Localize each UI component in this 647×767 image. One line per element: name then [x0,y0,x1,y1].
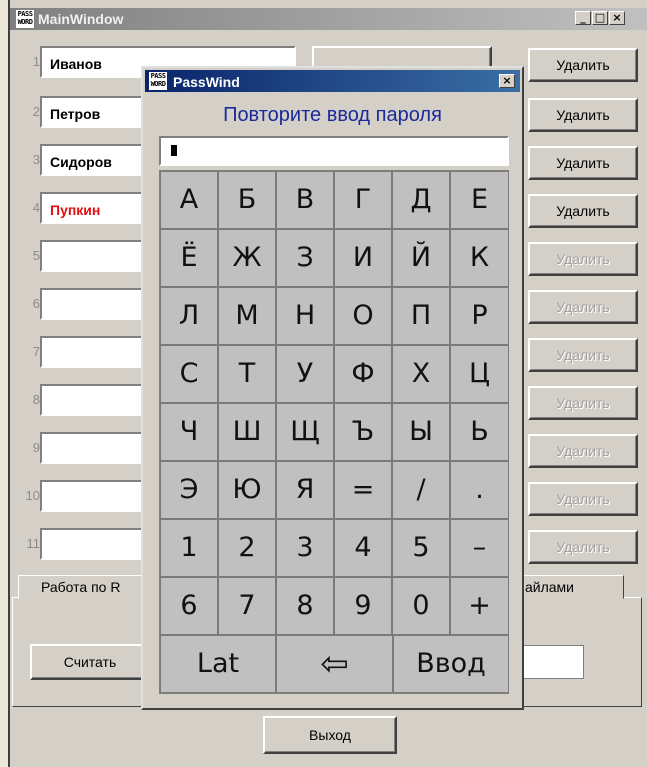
keyboard-key[interactable]: Ю [218,461,276,519]
maximize-icon[interactable]: □ [592,11,608,25]
delete-button[interactable]: Удалить [528,146,638,180]
keyboard-key[interactable]: 8 [276,577,334,635]
delete-button[interactable]: Удалить [528,530,638,564]
close-icon[interactable]: × [609,11,625,25]
backspace-arrow-icon[interactable]: ⇦ [276,635,393,693]
keyboard-key[interactable]: Н [276,287,334,345]
delete-button[interactable]: Удалить [528,290,638,324]
keyboard-key[interactable]: 4 [334,519,392,577]
keyboard-key[interactable]: 1 [160,519,218,577]
delete-button[interactable]: Удалить [528,194,638,228]
keyboard-key[interactable]: 0 [392,577,450,635]
exit-button[interactable]: Выход [263,716,397,754]
keyboard-key[interactable]: 7 [218,577,276,635]
keyboard-key[interactable]: П [392,287,450,345]
keyboard-key[interactable]: Ж [218,229,276,287]
keyboard-key[interactable]: Ь [450,403,509,461]
password-dialog: PASS WORD PassWind × Повторите ввод парол… [141,66,524,710]
tab-work[interactable]: Работа по R [18,575,148,599]
keyboard-key[interactable]: Щ [276,403,334,461]
row-number: 9 [32,440,40,455]
keyboard-key[interactable]: / [392,461,450,519]
keyboard-key[interactable]: В [276,171,334,229]
keyboard-key[interactable]: Ё [160,229,218,287]
row-number: 7 [32,344,40,359]
background-window-edge [0,0,10,767]
keyboard-key[interactable]: Э [160,461,218,519]
row-number: 1 [32,54,40,69]
keyboard-key[interactable]: Ъ [334,403,392,461]
row-number: 8 [32,392,40,407]
text-cursor [171,145,177,156]
row-number: 5 [32,248,40,263]
keyboard-key[interactable]: + [450,577,509,635]
minimize-icon[interactable]: _ [575,11,591,25]
main-window-title: MainWindow [38,11,124,27]
keyboard-key[interactable]: З [276,229,334,287]
delete-button[interactable]: Удалить [528,98,638,132]
delete-button[interactable]: Удалить [528,482,638,516]
keyboard-key[interactable]: Ш [218,403,276,461]
keyboard-key[interactable]: И [334,229,392,287]
dialog-close-icon[interactable]: × [499,74,515,88]
keyboard-key[interactable]: А [160,171,218,229]
password-logo-icon: PASS WORD [16,10,34,28]
row-number: 10 [25,488,40,503]
keyboard-key[interactable]: Д [392,171,450,229]
keyboard-key[interactable]: Р [450,287,509,345]
row-number: 3 [32,152,40,167]
keyboard-key[interactable]: 3 [276,519,334,577]
keyboard-key[interactable]: К [450,229,509,287]
keyboard-key[interactable]: = [334,461,392,519]
row-number: 6 [32,296,40,311]
keyboard-key[interactable]: Б [218,171,276,229]
delete-button[interactable]: Удалить [528,434,638,468]
password-logo-icon: PASS WORD [149,72,167,90]
keyboard-key[interactable]: Ц [450,345,509,403]
keyboard-key[interactable]: . [450,461,509,519]
keyboard-key[interactable]: М [218,287,276,345]
keyboard-key[interactable]: Е [450,171,509,229]
keyboard-key[interactable]: Ч [160,403,218,461]
dialog-prompt: Повторите ввод пароля [223,104,442,126]
keyboard-key[interactable]: Я [276,461,334,519]
row-number: 11 [26,536,41,551]
keyboard-key[interactable]: Й [392,229,450,287]
delete-button[interactable]: Удалить [528,242,638,276]
delete-button[interactable]: Удалить [528,386,638,420]
main-window-titlebar: PASS WORD MainWindow _ □ × [10,8,647,30]
password-input[interactable] [159,136,509,166]
dialog-title: PassWind [173,74,240,90]
row-number: 4 [32,200,40,215]
row-number: 2 [32,104,40,119]
keyboard-key[interactable]: О [334,287,392,345]
on-screen-keyboard: Lat ⇦ Ввод АБВГДЕ ЁЖЗИЙК ЛМНОПР СТУФХЦ ЧШЩЪЫ… [159,170,509,694]
keyboard-key[interactable]: Л [160,287,218,345]
keyboard-key[interactable]: – [450,519,509,577]
keyboard-key[interactable]: 6 [160,577,218,635]
tab-files[interactable]: айлами [518,575,624,599]
delete-button[interactable]: Удалить [528,338,638,372]
delete-button[interactable]: Удалить [528,48,638,82]
read-button[interactable]: Считать [30,644,150,680]
key-enter[interactable]: Ввод [393,635,509,693]
keyboard-key[interactable]: Х [392,345,450,403]
keyboard-key[interactable]: 5 [392,519,450,577]
dialog-titlebar: PASS WORD PassWind × [145,70,520,92]
keyboard-key[interactable]: Ы [392,403,450,461]
keyboard-key[interactable]: Т [218,345,276,403]
keyboard-key[interactable]: С [160,345,218,403]
keyboard-key[interactable]: У [276,345,334,403]
file-field[interactable] [520,645,584,679]
key-lat[interactable]: Lat [160,635,276,693]
keyboard-key[interactable]: 2 [218,519,276,577]
keyboard-key[interactable]: Г [334,171,392,229]
keyboard-key[interactable]: Ф [334,345,392,403]
keyboard-key[interactable]: 9 [334,577,392,635]
